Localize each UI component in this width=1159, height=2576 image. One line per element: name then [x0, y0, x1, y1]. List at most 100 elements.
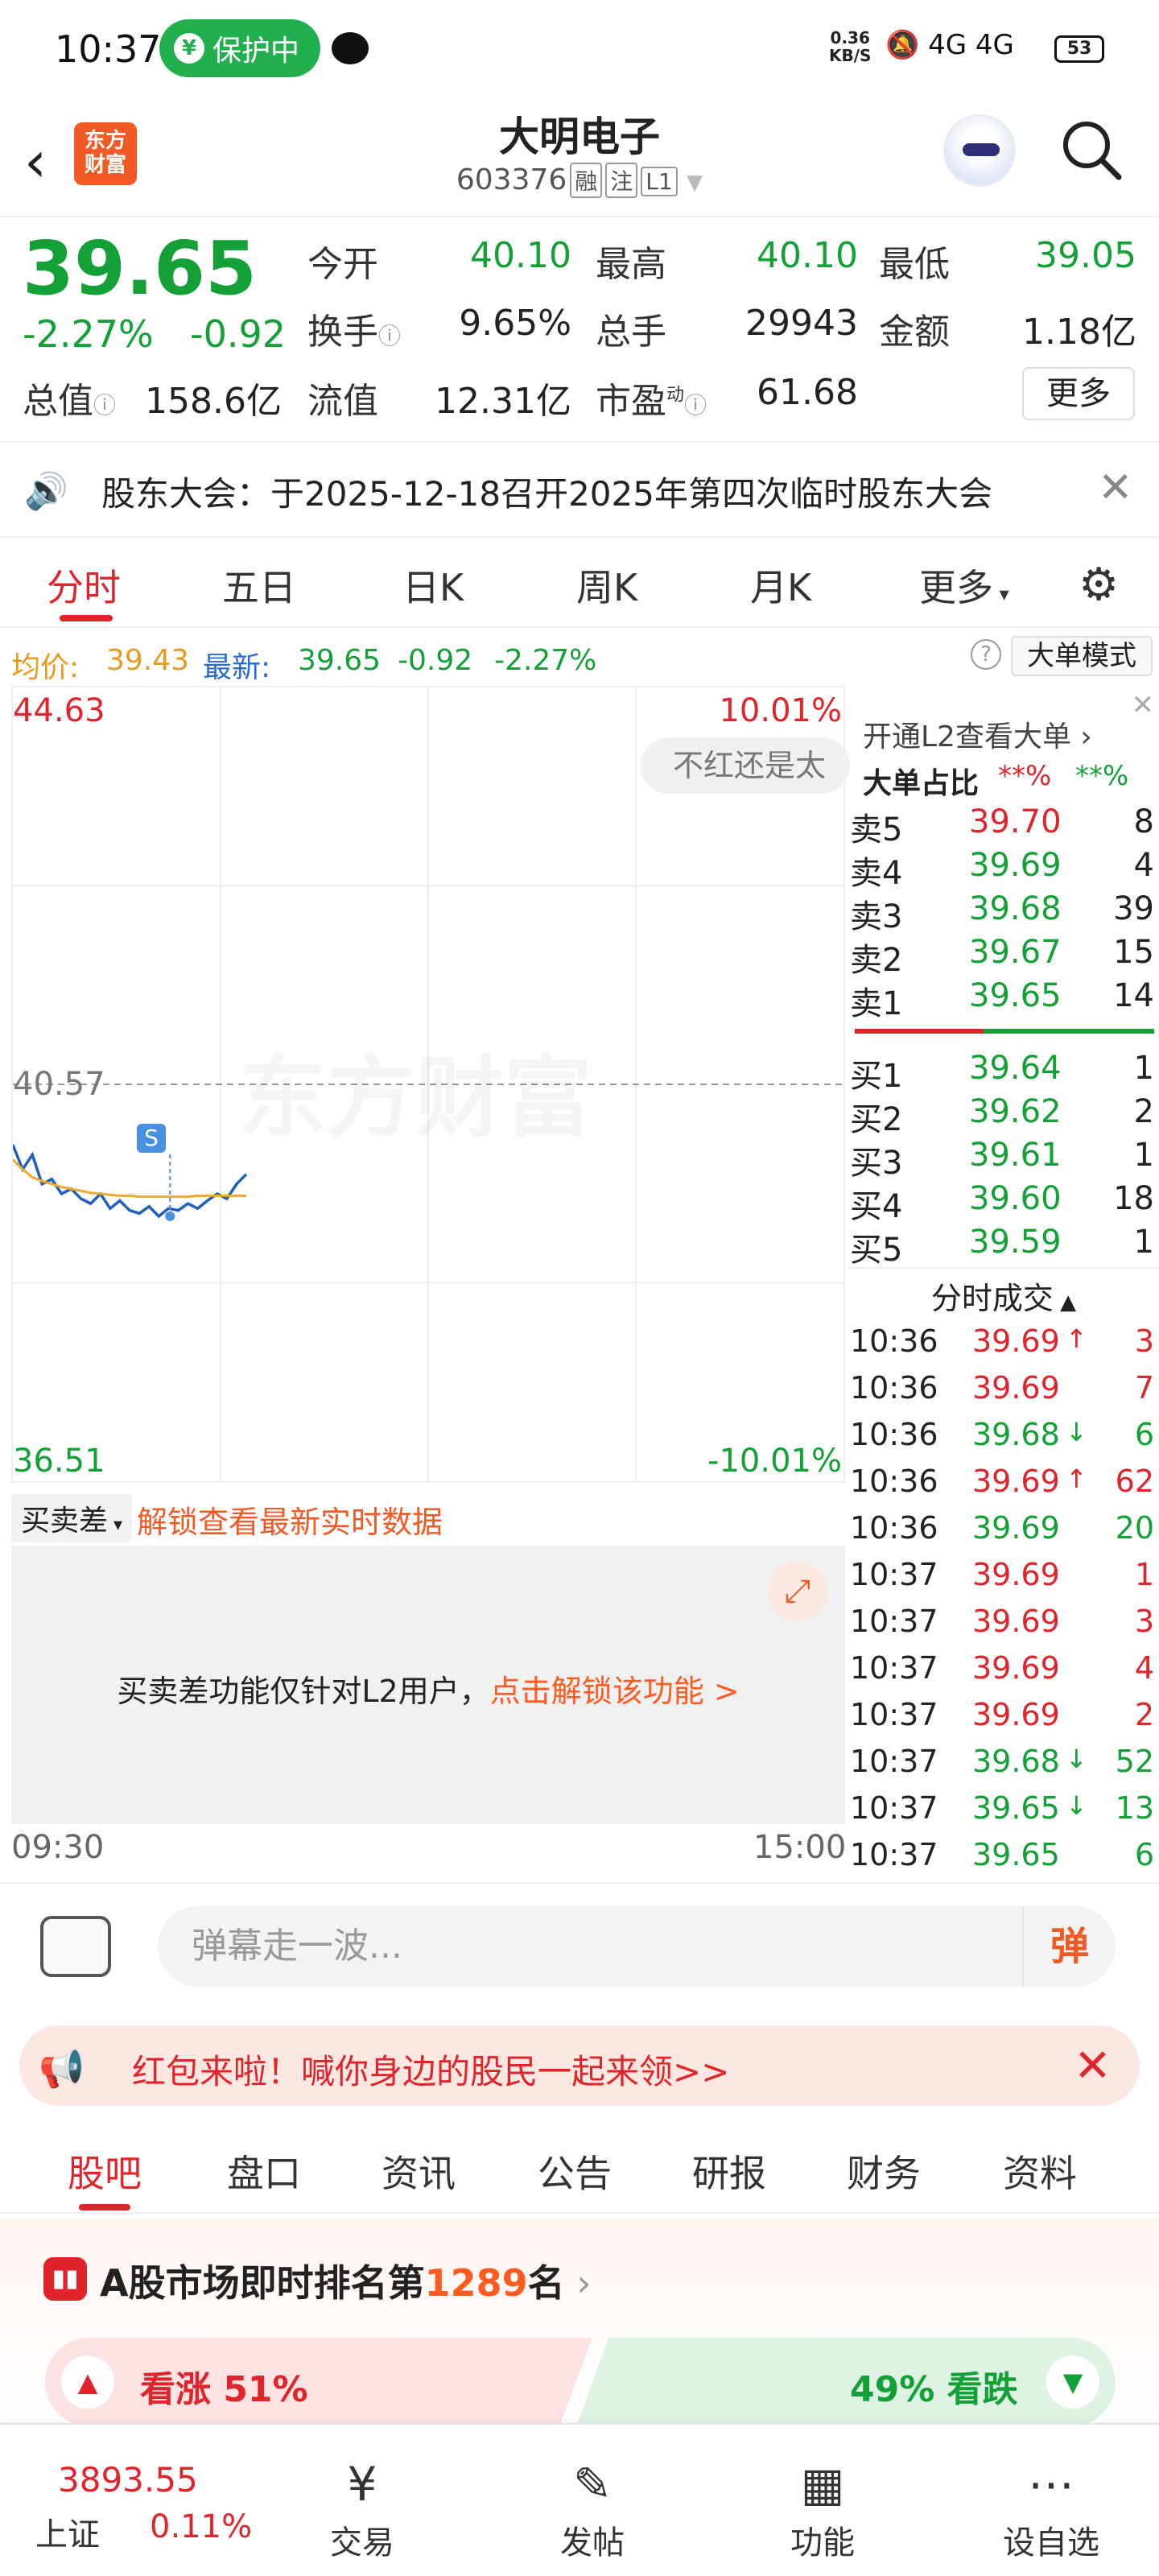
expand-icon[interactable]: ⤢: [768, 1562, 827, 1621]
ask-row-4: 卖4 39.69 4: [850, 847, 1154, 892]
red-packet-banner[interactable]: 📢 红包来啦！喊你身边的股民一起来领>> ✕: [19, 2025, 1140, 2106]
more-button[interactable]: 更多: [1022, 367, 1135, 420]
trade-row: 10:36 39.69 7: [850, 1370, 1154, 1406]
bid-row-5: 买5 39.59 1: [850, 1224, 1154, 1269]
tab-five-day[interactable]: 五日: [222, 559, 296, 612]
dropdown-triangle-icon: ▼: [687, 171, 703, 195]
robot-assistant-icon[interactable]: [943, 114, 1016, 187]
danmaku-bar: 弹幕走一波... 弹: [0, 1882, 1159, 2003]
info-icon: ⓘ: [378, 323, 402, 349]
s-marker-icon[interactable]: S: [137, 1124, 166, 1153]
protect-badge[interactable]: ¥ 保护中: [159, 19, 320, 77]
low-value: 39.05: [1035, 235, 1136, 276]
avg-label: 均价:: [11, 651, 80, 684]
tab-underline: [60, 615, 113, 621]
danmaku-send-button[interactable]: 弹: [1022, 1906, 1116, 1987]
yen-cycle-icon: ¥: [347, 2457, 377, 2512]
big-order-ratio-b: **%: [1075, 760, 1129, 792]
market-cap-value: 158.6亿: [145, 381, 282, 422]
danmaku-input[interactable]: 弹幕走一波...: [158, 1906, 1116, 1987]
gear-icon[interactable]: ⚙: [1079, 559, 1119, 611]
turnover-label[interactable]: 换手ⓘ: [307, 303, 401, 354]
big-order-mode-button[interactable]: 大单模式: [1011, 636, 1153, 676]
amount-value: 1.18亿: [1022, 312, 1136, 353]
bid-row-2: 买2 39.62 2: [850, 1093, 1154, 1138]
pe-value: 61.68: [757, 372, 858, 413]
pe-label[interactable]: 市盈动ⓘ: [596, 372, 707, 423]
spread-dropdown[interactable]: 买卖差 ▾: [11, 1494, 133, 1542]
tab-finance[interactable]: 财务: [847, 2145, 921, 2198]
tab-intraday[interactable]: 分时: [47, 559, 121, 612]
trades-title[interactable]: 分时成交 ▲: [848, 1267, 1159, 1316]
nav-post[interactable]: ✎ 发帖: [512, 2457, 673, 2563]
ask-row-2: 卖2 39.67 15: [850, 934, 1154, 979]
nav-trade[interactable]: ¥ 交易: [282, 2457, 443, 2563]
help-icon[interactable]: ?: [971, 639, 1001, 670]
stock-header: ‹ 东方 财富 大明电子 603376 融注 L1 ▼: [0, 105, 1159, 217]
info-icon: ⓘ: [684, 392, 707, 419]
close-icon[interactable]: ✕: [1132, 689, 1155, 721]
market-cap-label[interactable]: 总值ⓘ: [23, 372, 116, 423]
volume-label: 总手: [596, 312, 666, 353]
status-bar: 10:37 ¥ 保护中 0.36 KB/S 🔕 4G 4G 53: [0, 0, 1159, 105]
open-label: 今开: [307, 244, 378, 285]
spread-message: 买卖差功能仅针对L2用户，点击解锁该功能 >: [117, 1674, 740, 1709]
danmaku-settings-icon[interactable]: [40, 1916, 111, 1977]
close-icon[interactable]: ✕: [1098, 464, 1133, 512]
close-icon[interactable]: ✕: [1074, 2040, 1112, 2092]
chart-bottom-percent: -10.01%: [707, 1443, 842, 1480]
stock-code: 603376: [456, 163, 567, 196]
vote-bullish-bg[interactable]: [45, 2338, 592, 2426]
nav-functions[interactable]: ▦ 功能: [742, 2457, 903, 2563]
net-speed: 0.36 KB/S: [829, 28, 872, 65]
nav-add-watchlist[interactable]: ⋯ 设自选: [971, 2457, 1132, 2563]
intraday-chart[interactable]: 44.63 10.01% 不红还是太 40.57 东方财富 S 36.51 -1…: [11, 686, 850, 1483]
spread-unlock-link[interactable]: 解锁查看最新实时数据: [137, 1497, 443, 1542]
spread-locked-box[interactable]: ⤢ 买卖差功能仅针对L2用户，点击解锁该功能 >: [11, 1546, 845, 1824]
triangle-down-icon[interactable]: ▼: [1046, 2355, 1099, 2409]
triangle-up-icon: ▲: [1053, 1290, 1077, 1315]
open-l2-link[interactable]: 开通L2查看大单 ›: [863, 713, 1092, 755]
bid-row-1: 买1 39.64 1: [850, 1050, 1154, 1095]
chevron-down-icon: ▾: [993, 583, 1009, 605]
index-percent: 0.11%: [150, 2508, 253, 2545]
trade-row: 10:37 39.68 ↓ 52: [850, 1744, 1154, 1779]
spread-unlock-cta[interactable]: 点击解锁该功能 >: [490, 1674, 740, 1709]
trade-row: 10:37 39.69 1: [850, 1557, 1154, 1592]
tab-daily-k[interactable]: 日K: [402, 559, 464, 612]
watermark: 东方财富: [238, 1026, 592, 1154]
tab-pankou[interactable]: 盘口: [227, 2145, 301, 2198]
ranking-link[interactable]: A股市场即时排名第1289名 ›: [100, 2254, 592, 2307]
tab-more[interactable]: 更多 ▾: [919, 559, 1009, 612]
high-value: 40.10: [757, 235, 858, 276]
latest-label: 最新:: [203, 651, 271, 684]
tag-level: L1: [641, 167, 678, 196]
notice-text: 股东大会：于2025-12-18召开2025年第四次临时股东大会: [101, 474, 992, 514]
change-percent: -2.27%: [23, 312, 154, 356]
vote-bearish-bg[interactable]: [576, 2338, 1116, 2426]
triangle-up-icon[interactable]: ▲: [61, 2355, 114, 2409]
big-order-ratio-a: **%: [998, 760, 1052, 792]
time-axis-start: 09:30: [11, 1829, 105, 1866]
bar-chart-icon: ▮▮: [43, 2257, 87, 2301]
chevron-right-icon: ›: [1070, 720, 1092, 753]
search-icon[interactable]: [1059, 118, 1124, 182]
tab-news[interactable]: 资讯: [382, 2145, 456, 2198]
ask-row-1: 卖1 39.65 14: [850, 977, 1154, 1022]
tab-profile[interactable]: 资料: [1003, 2145, 1077, 2198]
more-dots-icon: ⋯: [1028, 2457, 1074, 2512]
tab-research[interactable]: 研报: [692, 2145, 766, 2198]
chart-tabs: 分时 五日 日K 周K 月K 更多 ▾ ⚙: [0, 539, 1159, 628]
tab-announcements[interactable]: 公告: [538, 2145, 612, 2198]
ask-row-5: 卖5 39.70 8: [850, 803, 1154, 848]
tab-guba[interactable]: 股吧: [68, 2145, 142, 2198]
notice-bar[interactable]: 🔊 股东大会：于2025-12-18召开2025年第四次临时股东大会 ✕: [0, 441, 1159, 538]
tab-weekly-k[interactable]: 周K: [576, 559, 637, 612]
danmaku-bubble: 不红还是太: [641, 737, 850, 794]
trade-row: 10:36 39.69 ↑ 3: [850, 1323, 1154, 1359]
index-widget[interactable]: 3893.55 上证 0.11%: [0, 2425, 252, 2576]
high-label: 最高: [596, 244, 666, 285]
tab-monthly-k[interactable]: 月K: [750, 559, 811, 612]
index-value: 3893.55: [58, 2460, 198, 2500]
volume-value: 29943: [745, 303, 858, 344]
